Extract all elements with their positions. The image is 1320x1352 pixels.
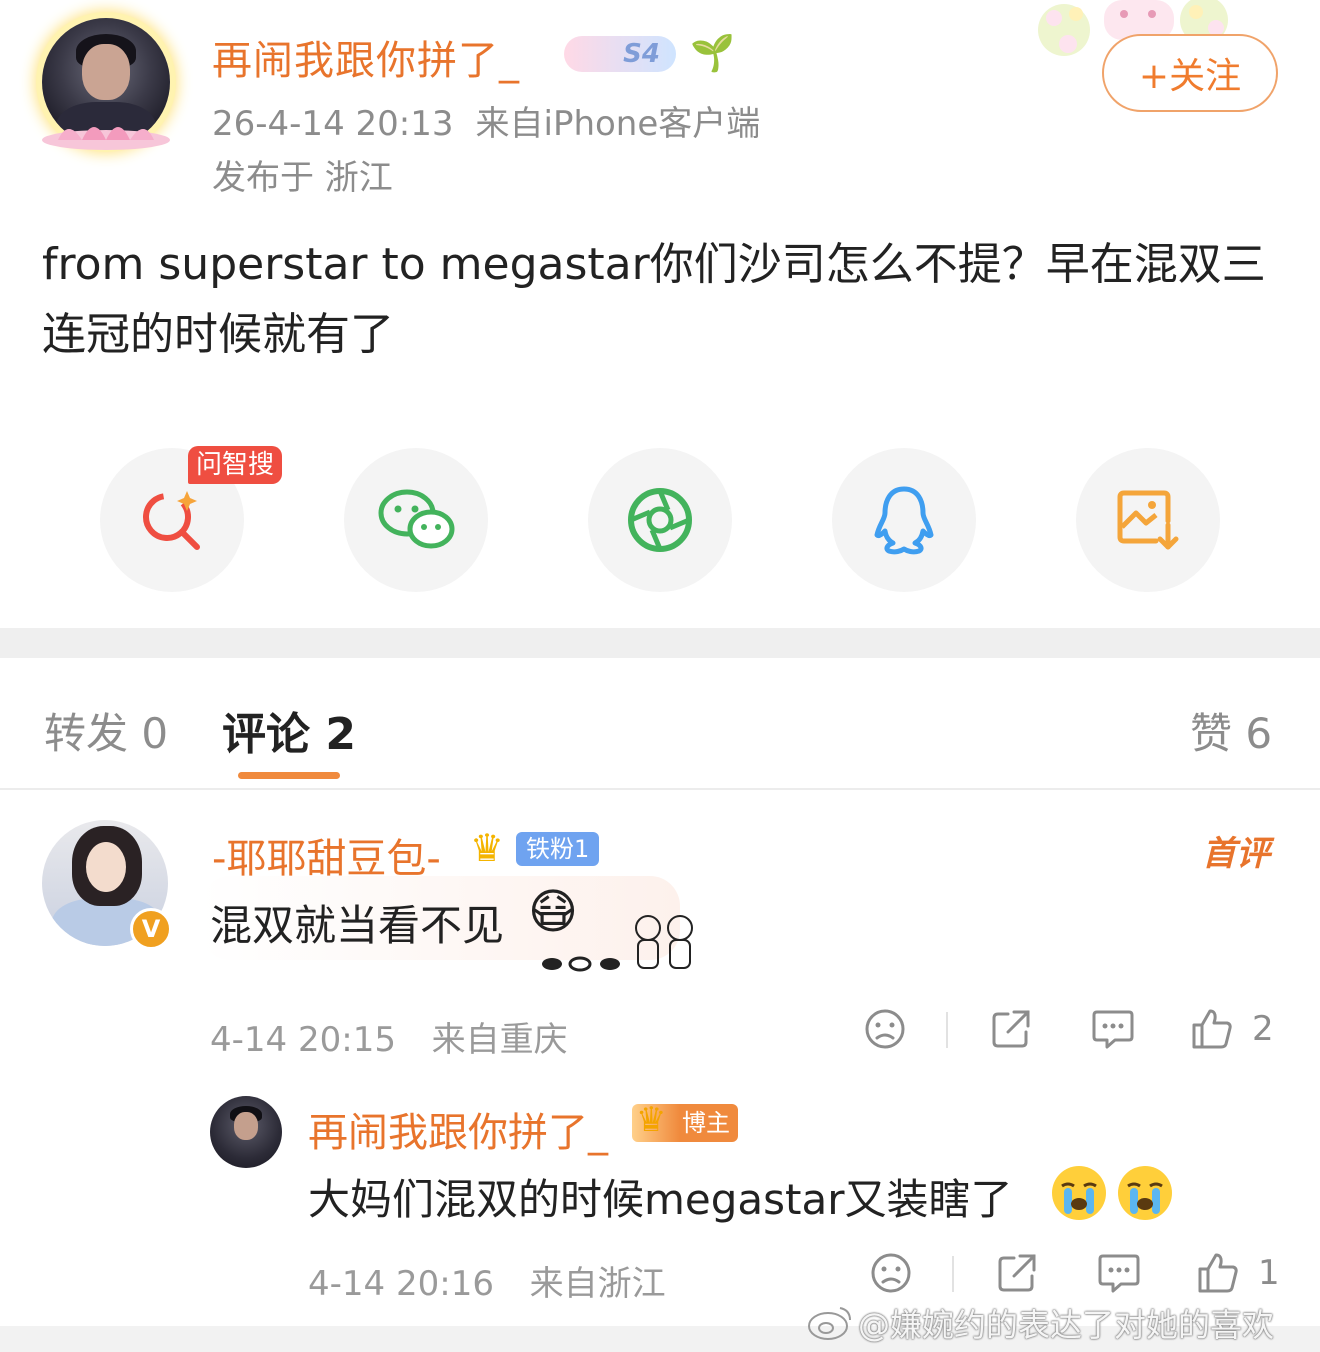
comment-location: 来自重庆 <box>431 1020 568 1060</box>
comment-meta: 4-14 20:15 来自重庆 <box>210 1012 568 1061</box>
reply-author-name[interactable]: 再闹我跟你拼了_ <box>308 1100 608 1158</box>
section-divider-band <box>0 628 1320 658</box>
smart-search-tag: 问智搜 <box>188 446 283 484</box>
post-source: 来自iPhone客户端 <box>475 104 761 144</box>
tab-like[interactable]: 赞 6 <box>1190 700 1272 761</box>
post-body-text: from superstar to megastar你们沙司怎么不提？早在混双三… <box>42 239 1266 360</box>
tabs-divider <box>0 788 1320 790</box>
reply-comment-button[interactable] <box>1096 1250 1142 1296</box>
follow-button[interactable]: +关注 <box>1102 34 1278 112</box>
verified-v-icon: V <box>130 908 172 950</box>
reply-dislike-button[interactable] <box>868 1250 914 1296</box>
reply-like-button[interactable]: 1 <box>1196 1248 1286 1298</box>
author-crown-icon: ♛ <box>636 1100 667 1140</box>
thumbs-up-icon <box>1192 1009 1232 1049</box>
tab-active-indicator <box>238 772 340 779</box>
tab-comment[interactable]: 评论 2 <box>222 698 356 762</box>
sad-face-icon <box>871 1253 911 1293</box>
comment-icon <box>1092 1010 1134 1049</box>
reply-text: 大妈们混双的时候megastar又装瞎了 <box>308 1175 1013 1224</box>
reply-share-button[interactable] <box>994 1250 1040 1296</box>
smart-search-icon <box>143 491 200 550</box>
like-comment-button[interactable]: 2 <box>1190 1004 1280 1054</box>
share-wechat-button[interactable] <box>344 448 488 592</box>
action-separator <box>946 1012 948 1048</box>
comment-time: 4-14 20:15 <box>210 1020 396 1060</box>
comment-icon <box>1098 1254 1140 1293</box>
cartoon-sticker-icon <box>542 915 693 972</box>
save-image-button[interactable] <box>1076 448 1220 592</box>
share-moments-button[interactable] <box>588 448 732 592</box>
thumbs-up-icon <box>1198 1253 1238 1293</box>
share-qq-button[interactable] <box>832 448 976 592</box>
post-author-name[interactable]: 再闹我跟你拼了_ <box>212 28 520 86</box>
share-icon <box>998 1254 1036 1292</box>
watermark-text: @嫌婉约的表达了对她的喜欢 <box>858 1306 1275 1344</box>
reply-meta: 4-14 20:16 来自浙江 <box>308 1256 666 1305</box>
share-icon <box>992 1010 1030 1048</box>
membership-badge[interactable]: S4 <box>564 36 676 72</box>
reply-time: 4-14 20:16 <box>308 1264 494 1304</box>
crying-emoji-icon <box>1118 1166 1172 1220</box>
first-comment-tag: 首评 <box>1202 834 1270 874</box>
moments-icon <box>628 488 692 552</box>
comment-like-count: 2 <box>1252 1009 1274 1049</box>
post-meta: 26-4-14 20:13 来自iPhone客户端 <box>212 96 760 145</box>
post-time: 26-4-14 20:13 <box>212 104 454 144</box>
comment-text: 混双就当看不见 <box>210 901 505 950</box>
sad-face-icon <box>865 1009 905 1049</box>
share-comment-button[interactable] <box>988 1006 1034 1052</box>
follow-button-label: +关注 <box>1138 56 1242 97</box>
fan-level-badge: 铁粉1 <box>516 832 600 866</box>
wechat-icon <box>378 489 455 549</box>
qq-icon <box>874 486 934 555</box>
crown-icon: ♛ <box>470 826 505 870</box>
sprout-icon: 🌱 <box>690 33 735 74</box>
reply-location: 来自浙江 <box>529 1264 666 1304</box>
weibo-logo-icon <box>808 1307 851 1340</box>
reply-like-count: 1 <box>1258 1253 1280 1293</box>
reply-comment-button[interactable] <box>1090 1006 1136 1052</box>
save-image-icon <box>1117 490 1179 550</box>
post-author-avatar[interactable] <box>36 10 176 150</box>
post-location: 发布于 浙江 <box>212 158 393 198</box>
crying-emoji-icon <box>1052 1166 1106 1220</box>
dislike-button[interactable] <box>862 1006 908 1052</box>
reply-avatar[interactable] <box>210 1096 282 1168</box>
membership-badge-label: S4 <box>623 39 660 69</box>
action-separator <box>952 1256 954 1292</box>
tab-repost[interactable]: 转发 0 <box>44 700 168 761</box>
lotus-frame-icon <box>42 127 170 150</box>
